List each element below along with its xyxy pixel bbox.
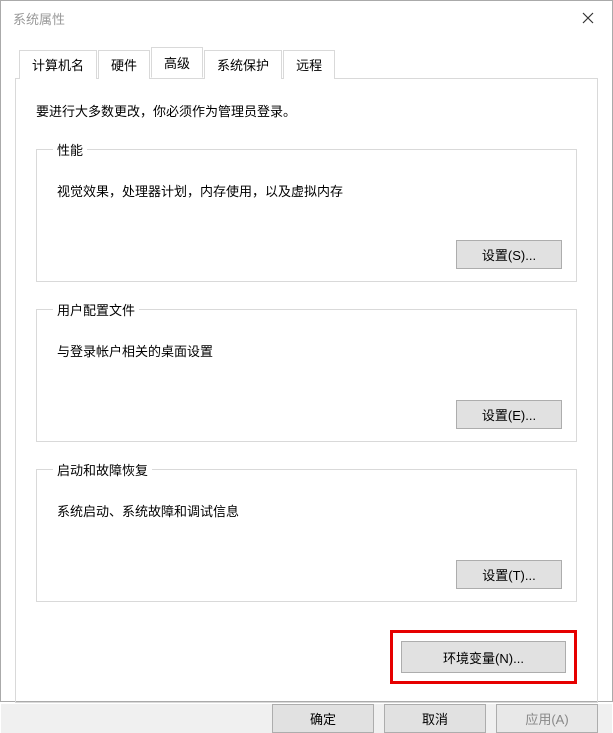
cancel-button[interactable]: 取消	[384, 704, 486, 733]
performance-desc: 视觉效果，处理器计划，内存使用，以及虚拟内存	[51, 169, 562, 200]
startup-recovery-settings-button[interactable]: 设置(T)...	[456, 560, 562, 589]
startup-recovery-legend: 启动和故障恢复	[53, 460, 152, 479]
tab-hardware[interactable]: 硬件	[98, 50, 150, 79]
tabs-container: 计算机名 硬件 高级 系统保护 远程	[15, 47, 598, 78]
environment-variables-button[interactable]: 环境变量(N)...	[401, 641, 566, 673]
user-profiles-desc: 与登录帐户相关的桌面设置	[51, 329, 562, 360]
tab-panel-advanced: 要进行大多数更改，你必须作为管理员登录。 性能 视觉效果，处理器计划，内存使用，…	[15, 78, 598, 703]
performance-group: 性能 视觉效果，处理器计划，内存使用，以及虚拟内存 设置(S)...	[36, 140, 577, 282]
user-profiles-legend: 用户配置文件	[53, 300, 139, 319]
tab-computer-name[interactable]: 计算机名	[19, 50, 97, 79]
user-profiles-group: 用户配置文件 与登录帐户相关的桌面设置 设置(E)...	[36, 300, 577, 442]
startup-recovery-desc: 系统启动、系统故障和调试信息	[51, 489, 562, 520]
performance-legend: 性能	[53, 140, 87, 159]
tab-remote[interactable]: 远程	[283, 50, 335, 79]
user-profiles-settings-button[interactable]: 设置(E)...	[456, 400, 562, 429]
close-button[interactable]	[564, 1, 612, 35]
admin-notice: 要进行大多数更改，你必须作为管理员登录。	[36, 101, 577, 120]
performance-settings-button[interactable]: 设置(S)...	[456, 240, 562, 269]
env-vars-row: 环境变量(N)...	[36, 630, 577, 684]
env-vars-highlight: 环境变量(N)...	[390, 630, 577, 684]
content-area: 计算机名 硬件 高级 系统保护 远程 要进行大多数更改，你必须作为管理员登录。 …	[1, 35, 612, 703]
tab-strip: 计算机名 硬件 高级 系统保护 远程	[19, 47, 598, 78]
dialog-footer: 确定 取消 应用(A)	[1, 703, 612, 733]
apply-button[interactable]: 应用(A)	[496, 704, 598, 733]
title-bar: 系统属性	[1, 1, 612, 35]
startup-recovery-group: 启动和故障恢复 系统启动、系统故障和调试信息 设置(T)...	[36, 460, 577, 602]
window-title: 系统属性	[13, 9, 65, 28]
ok-button[interactable]: 确定	[272, 704, 374, 733]
close-icon	[582, 12, 594, 24]
tab-advanced[interactable]: 高级	[151, 47, 203, 78]
tab-system-protection[interactable]: 系统保护	[204, 50, 282, 79]
